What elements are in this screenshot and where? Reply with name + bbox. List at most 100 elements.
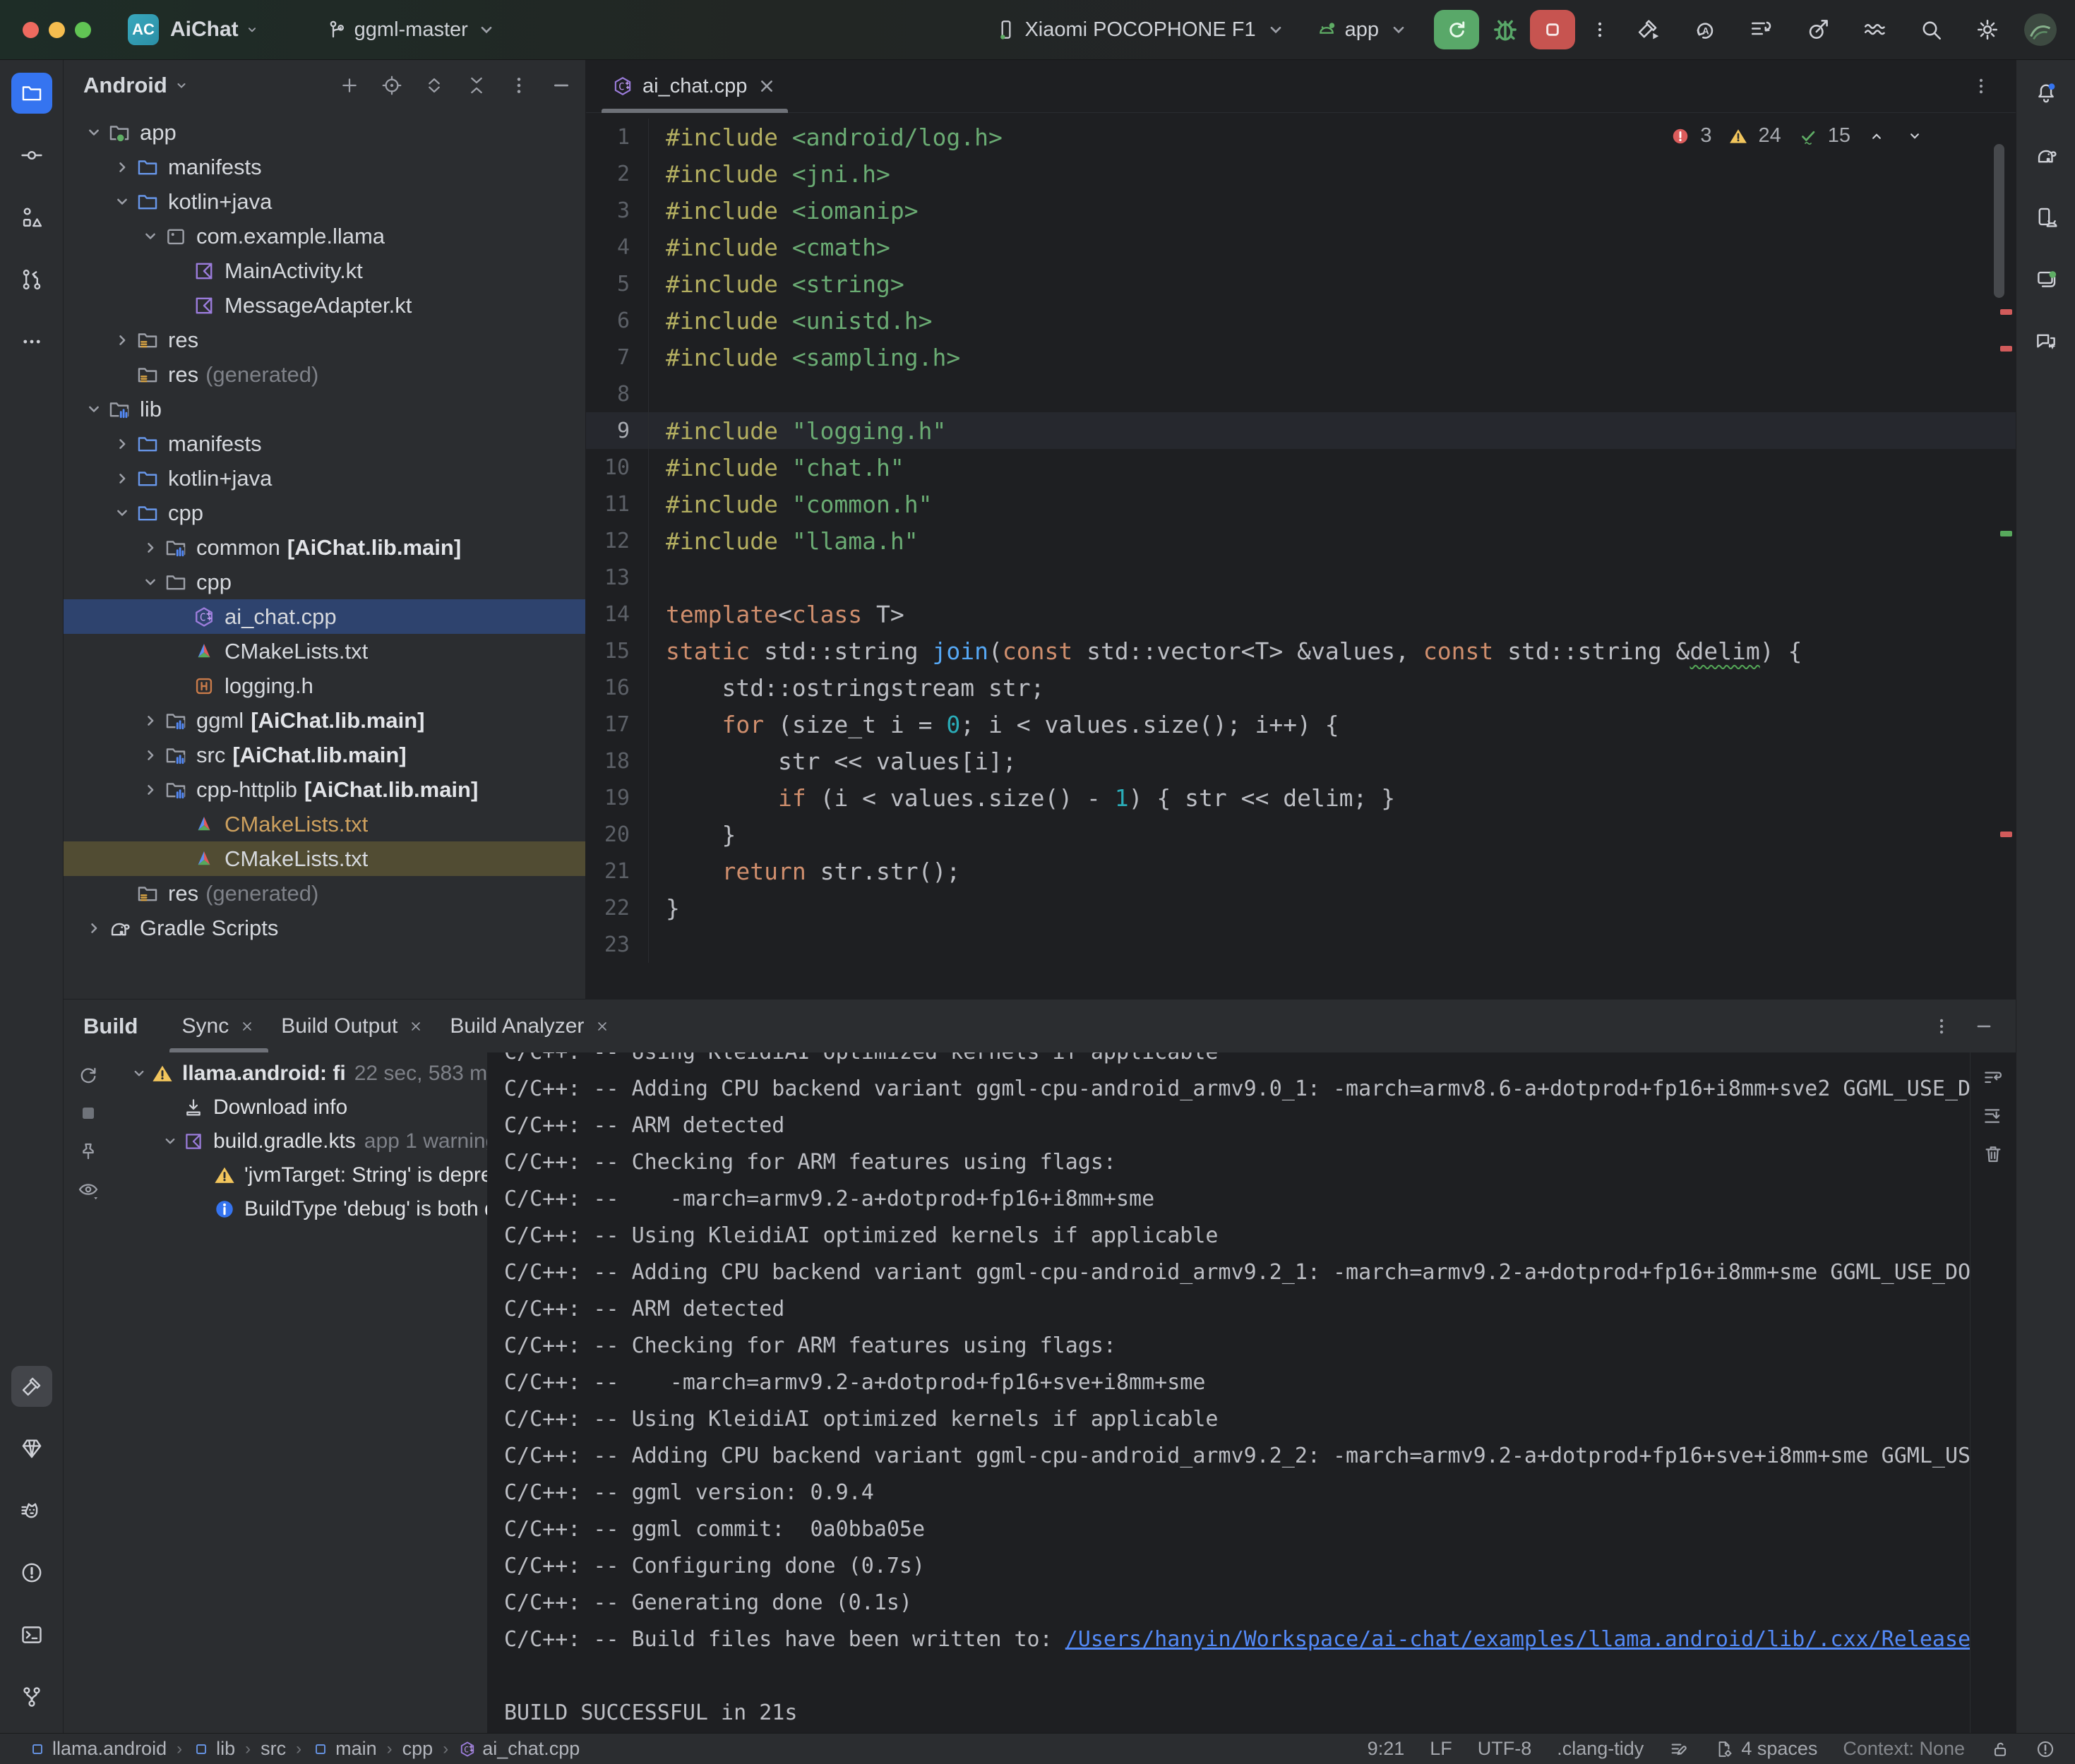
tree-item-kotlin-java[interactable]: kotlin+java (64, 461, 585, 496)
build-tree-item[interactable]: build.gradle.ktsapp 1 warning (113, 1124, 487, 1158)
tree-item-ai-chat-cpp[interactable]: Cai_chat.cpp (64, 599, 585, 634)
build-tab-build-output[interactable]: Build Output (268, 1000, 437, 1052)
tool-button-app-insights-gem[interactable] (11, 1428, 52, 1469)
build-tree-item[interactable]: BuildType 'debug' is both de (113, 1192, 487, 1226)
minimize-window-button[interactable] (49, 22, 65, 38)
code-line-5[interactable]: 5#include <string> (586, 265, 2016, 302)
editor-options-kebab-icon[interactable] (1971, 76, 1992, 97)
tool-button-more[interactable] (11, 321, 52, 362)
tree-item-res[interactable]: res(generated) (64, 357, 585, 392)
breadcrumb-item[interactable]: lib (192, 1738, 235, 1760)
inspections-widget[interactable]: 3 24 15 (1670, 124, 1924, 148)
hide-tool-window-icon[interactable] (1973, 1016, 1995, 1037)
line-separator[interactable]: LF (1430, 1738, 1452, 1760)
context-widget[interactable]: Context: None (1843, 1738, 1965, 1760)
tree-item-messageadapter-kt[interactable]: MessageAdapter.kt (64, 288, 585, 323)
user-avatar[interactable] (2024, 13, 2057, 46)
project-view-mode[interactable]: Android (83, 73, 167, 98)
tree-item-common[interactable]: common[AiChat.lib.main] (64, 530, 585, 565)
device-selector[interactable]: Xiaomi POCOPHONE F1 (995, 18, 1286, 42)
chevron-down-icon[interactable] (137, 572, 164, 593)
code-line-3[interactable]: 3#include <iomanip> (586, 192, 2016, 229)
tool-button-project-folder[interactable] (11, 73, 52, 114)
problem-circle-icon[interactable] (2035, 1739, 2055, 1759)
tool-button-ai-assistant-chat[interactable] (2026, 321, 2067, 362)
breadcrumb-item[interactable]: Cai_chat.cpp (458, 1738, 580, 1760)
build-options-kebab-icon[interactable] (1931, 1016, 1952, 1037)
close-tab-icon[interactable] (594, 1018, 611, 1035)
tree-item-cmakelists-txt[interactable]: CMakeLists.txt (64, 841, 585, 876)
tool-button-device-manager-phone[interactable] (2026, 197, 2067, 238)
chevron-down-icon[interactable] (109, 503, 136, 524)
plus-icon[interactable] (338, 74, 361, 97)
stop-button[interactable] (1530, 10, 1575, 49)
code-line-6[interactable]: 6#include <unistd.h> (586, 302, 2016, 339)
gradle-sync-icon[interactable]: A (1692, 17, 1718, 42)
chevron-down-icon[interactable] (80, 122, 107, 143)
tree-item-cpp-httplib[interactable]: cpp-httplib[AiChat.lib.main] (64, 772, 585, 807)
debug-button[interactable] (1489, 13, 1521, 46)
chevron-right-icon[interactable] (109, 330, 136, 351)
maximize-window-button[interactable] (75, 22, 91, 38)
tree-item-cpp[interactable]: cpp (64, 565, 585, 599)
pin-icon[interactable] (77, 1140, 100, 1163)
chevron-right-icon[interactable] (109, 157, 136, 178)
tool-button-git-branch[interactable] (11, 1676, 52, 1717)
lock-open-icon[interactable] (1990, 1739, 2010, 1759)
code-line-18[interactable]: 18 str << values[i]; (586, 743, 2016, 779)
chevron-down-icon[interactable] (109, 191, 136, 212)
close-tab-icon[interactable] (407, 1018, 424, 1035)
error-stripe-mark[interactable] (2000, 309, 2012, 315)
breadcrumb-item[interactable]: main (311, 1738, 377, 1760)
collapse-all-icon[interactable] (465, 74, 488, 97)
chevron-down-icon[interactable] (127, 1064, 151, 1084)
code-line-9[interactable]: 9#include "logging.h" (586, 412, 2016, 449)
build-tree-item[interactable]: 'jvmTarget: String' is deprec (113, 1158, 487, 1192)
tool-button-problems[interactable] (11, 1552, 52, 1593)
code-line-8[interactable]: 8 (586, 376, 2016, 412)
tool-button-build-hammer[interactable] (11, 1366, 52, 1407)
tree-item-com-example-llama[interactable]: com.example.llama (64, 219, 585, 253)
code-line-13[interactable]: 13 (586, 559, 2016, 596)
code-line-4[interactable]: 4#include <cmath> (586, 229, 2016, 265)
tree-item-ggml[interactable]: ggml[AiChat.lib.main] (64, 703, 585, 738)
close-tab-icon[interactable] (239, 1018, 256, 1035)
build-hammer-run-icon[interactable] (1636, 17, 1661, 42)
breadcrumb-item[interactable]: cpp (402, 1738, 433, 1760)
locate-icon[interactable] (381, 74, 403, 97)
agp-upgrade-icon[interactable] (1862, 17, 1887, 42)
tool-button-gradle-elephant[interactable] (2026, 135, 2067, 176)
run-configuration-selector[interactable]: app (1315, 18, 1410, 42)
build-tree-item[interactable]: llama.android: fi22 sec, 583 ms (113, 1057, 487, 1091)
code-line-17[interactable]: 17 for (size_t i = 0; i < values.size();… (586, 706, 2016, 743)
tree-item-res[interactable]: res (64, 323, 585, 357)
tool-button-notifications-bell[interactable] (2026, 73, 2067, 114)
editor-scrollbar[interactable] (1994, 144, 2004, 298)
device-manager-icon[interactable] (1749, 17, 1774, 42)
scroll-to-end-icon[interactable] (1982, 1105, 2004, 1127)
chevron-right-icon[interactable] (109, 468, 136, 489)
tool-button-structure[interactable] (11, 197, 52, 238)
editor-tab-ai-chat-cpp[interactable]: C ai_chat.cpp (602, 60, 788, 113)
tree-item-logging-h[interactable]: logging.h (64, 668, 585, 703)
clear-trash-icon[interactable] (1982, 1143, 2004, 1165)
chevron-right-icon[interactable] (137, 745, 164, 766)
code-line-14[interactable]: 14template<class T> (586, 596, 2016, 632)
expand-all-icon[interactable] (423, 74, 446, 97)
tree-item-src[interactable]: src[AiChat.lib.main] (64, 738, 585, 772)
clang-tidy-widget[interactable]: .clang-tidy (1557, 1738, 1644, 1760)
code-line-15[interactable]: 15static std::string join(const std::vec… (586, 632, 2016, 669)
change-stripe-mark[interactable] (2000, 531, 2012, 536)
code-line-20[interactable]: 20 } (586, 816, 2016, 853)
vcs-branch-widget[interactable]: ggml-master (325, 18, 498, 42)
kebab-icon[interactable] (508, 74, 530, 97)
code-area[interactable]: 1#include <android/log.h>2#include <jni.… (586, 113, 2016, 999)
code-line-19[interactable]: 19 if (i < values.size() - 1) { str << d… (586, 779, 2016, 816)
chevron-right-icon[interactable] (137, 710, 164, 731)
more-actions-kebab-icon[interactable] (1589, 19, 1610, 40)
profiler-icon[interactable] (1805, 17, 1831, 42)
tree-item-res[interactable]: res(generated) (64, 876, 585, 911)
build-output-path-link[interactable]: /Users/hanyin/Workspace/ai-chat/examples… (1065, 1627, 1970, 1652)
stop-square-icon[interactable] (77, 1102, 100, 1124)
code-line-2[interactable]: 2#include <jni.h> (586, 155, 2016, 192)
